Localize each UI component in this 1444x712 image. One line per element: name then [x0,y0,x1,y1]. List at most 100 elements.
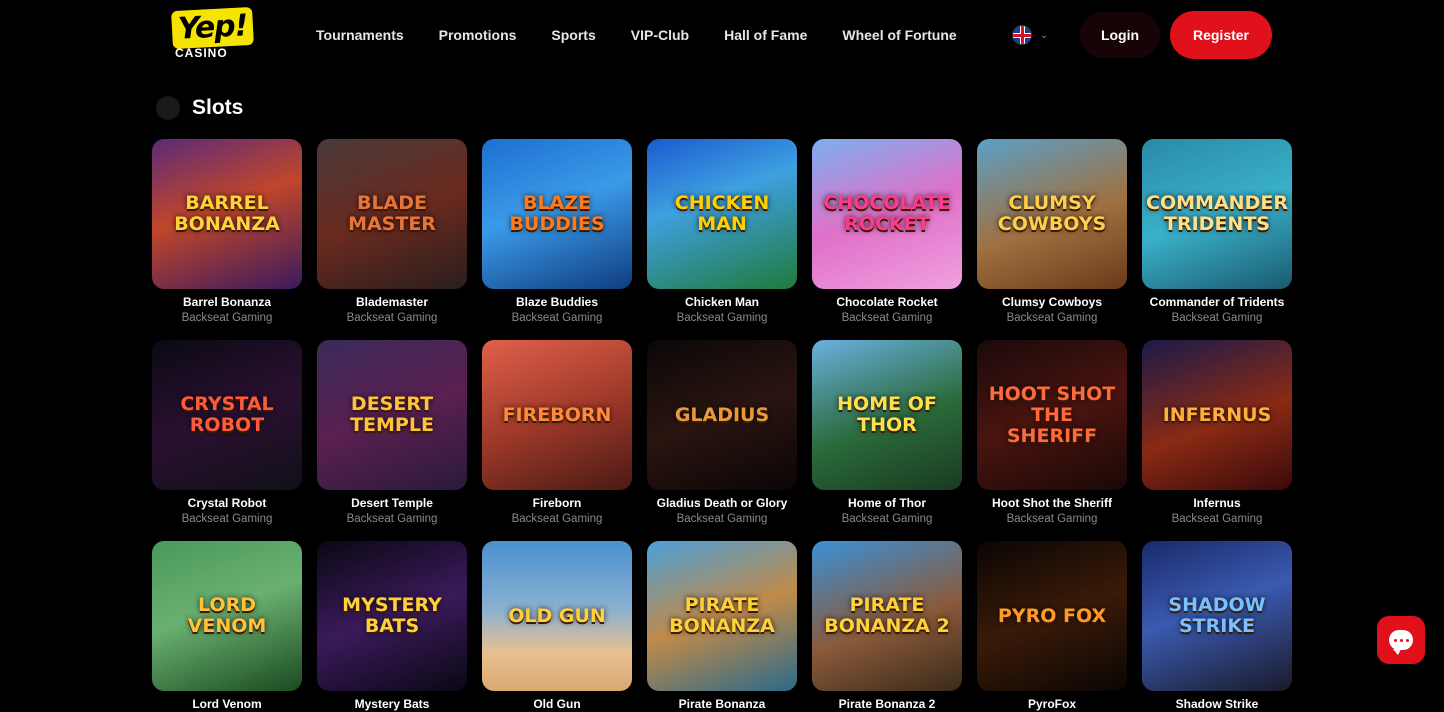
logo-wordmark: Yep! [171,6,255,50]
game-thumbnail[interactable]: PIRATE BONANZA [647,541,797,691]
game-provider: Backseat Gaming [676,513,768,525]
game-logo-art: CHOCOLATE ROCKET [823,192,951,235]
game-card[interactable]: PIRATE BONANZA 2Pirate Bonanza 2Backseat… [812,541,962,712]
game-thumbnail[interactable]: CHOCOLATE ROCKET [812,139,962,289]
game-card[interactable]: OLD GUNOld GunBackseat Gaming [482,541,632,712]
game-logo-art: CLUMSY COWBOYS [997,192,1107,235]
game-title: Pirate Bonanza 2 [838,697,936,711]
game-logo-art: SHADOW STRIKE [1168,594,1266,637]
game-thumbnail[interactable]: MYSTERY BATS [317,541,467,691]
game-title: Clumsy Cowboys [1001,295,1103,309]
game-thumbnail[interactable]: BLADE MASTER [317,139,467,289]
game-logo-art: HOME OF THOR [837,393,937,436]
game-thumbnail[interactable]: HOME OF THOR [812,340,962,490]
logo-subtitle: CASINO [175,46,228,60]
game-logo-art: COMMANDER TRIDENTS [1146,192,1288,235]
game-thumbnail[interactable]: CLUMSY COWBOYS [977,139,1127,289]
game-thumbnail[interactable]: BLAZE BUDDIES [482,139,632,289]
game-provider: Backseat Gaming [1171,513,1263,525]
game-logo-art: LORD VENOM [187,594,267,637]
game-thumbnail[interactable]: GLADIUS [647,340,797,490]
game-logo-art: CRYSTAL ROBOT [180,393,274,436]
game-card[interactable]: SHADOW STRIKEShadow StrikeBackseat Gamin… [1142,541,1292,712]
game-thumbnail[interactable]: COMMANDER TRIDENTS [1142,139,1292,289]
game-thumbnail[interactable]: BARREL BONANZA [152,139,302,289]
game-card[interactable]: CLUMSY COWBOYS Clumsy Cowboys Backseat Gam… [977,139,1127,339]
game-provider: Backseat Gaming [346,513,438,525]
game-card[interactable]: LORD VENOMLord VenomBackseat Gaming [152,541,302,712]
slots-icon [156,96,180,120]
game-logo-art: OLD GUN [508,604,606,627]
game-title: Fireborn [532,496,582,510]
game-logo-art: FIREBORN [502,403,612,426]
game-provider: Backseat Gaming [1006,513,1098,525]
game-thumbnail[interactable]: SHADOW STRIKE [1142,541,1292,691]
game-title: Pirate Bonanza [678,697,766,711]
site-header: Yep! CASINO Tournaments Promotions Sports V… [0,0,1444,70]
game-card[interactable]: BLAZE BUDDIES Blaze Buddies Backseat Gamin… [482,139,632,339]
game-title: Barrel Bonanza [182,295,272,309]
game-thumbnail[interactable]: HOOT SHOT THE SHERIFF [977,340,1127,490]
game-card[interactable]: FIREBORN Fireborn Backseat Gaming [482,340,632,540]
game-title: Home of Thor [848,496,926,510]
game-thumbnail[interactable]: DESERT TEMPLE [317,340,467,490]
nav-link-tournaments[interactable]: Tournaments [316,26,404,44]
game-title: Blaze Buddies [515,295,599,309]
game-logo-art: DESERT TEMPLE [350,393,434,436]
game-logo-art: BLADE MASTER [348,192,436,235]
game-card[interactable]: CHICKEN MAN Chicken Man Backseat Gaming [647,139,797,339]
game-card[interactable]: MYSTERY BATSMystery BatsBackseat Gaming [317,541,467,712]
game-title: Mystery Bats [354,697,430,711]
game-thumbnail[interactable]: FIREBORN [482,340,632,490]
game-logo-art: GLADIUS [674,403,770,426]
language-selector[interactable]: ⌄ [1012,24,1054,46]
game-title: Gladius Death or Glory [656,496,788,510]
register-button[interactable]: Register [1170,11,1272,59]
game-thumbnail[interactable]: PIRATE BONANZA 2 [812,541,962,691]
game-card[interactable]: CRYSTAL ROBOT Crystal Robot Backseat Gamin… [152,340,302,540]
nav-link-vip-club[interactable]: VIP-Club [631,26,689,44]
nav-link-hall-of-fame[interactable]: Hall of Fame [724,26,807,44]
game-thumbnail[interactable]: LORD VENOM [152,541,302,691]
game-thumbnail[interactable]: OLD GUN [482,541,632,691]
game-thumbnail[interactable]: PYRO FOX [977,541,1127,691]
game-title: Blademaster [355,295,429,309]
game-logo-art: CHICKEN MAN [674,192,770,235]
game-logo-art: PYRO FOX [997,604,1107,627]
game-card[interactable]: HOME OF THOR Home of Thor Backseat Gaming [812,340,962,540]
game-provider: Backseat Gaming [181,513,273,525]
game-title: Desert Temple [351,496,433,510]
nav-link-promotions[interactable]: Promotions [439,26,517,44]
game-thumbnail[interactable]: INFERNUS [1142,340,1292,490]
game-card[interactable]: INFERNUS Infernus Backseat Gaming [1142,340,1292,540]
game-card[interactable]: BLADE MASTER Blademaster Backseat Gaming [317,139,467,339]
game-title: Lord Venom [192,697,262,711]
game-provider: Backseat Gaming [841,312,933,324]
game-title: Shadow Strike [1175,697,1259,711]
game-provider: Backseat Gaming [841,513,933,525]
yep-casino-logo[interactable]: Yep! CASINO [170,6,270,63]
game-title: Hoot Shot the Sheriff [992,496,1112,510]
game-card[interactable]: DESERT TEMPLE Desert Temple Backseat Gamin… [317,340,467,540]
game-thumbnail[interactable]: CRYSTAL ROBOT [152,340,302,490]
game-card[interactable]: GLADIUS Gladius Death or Glory Backseat Ga… [647,340,797,540]
game-card[interactable]: HOOT SHOT THE SHERIFF Hoot Shot the Sheri… [977,340,1127,540]
game-card[interactable]: PIRATE BONANZAPirate BonanzaBackseat Gam… [647,541,797,712]
game-title: PyroFox [1027,697,1076,711]
game-card[interactable]: BARREL BONANZA Barrel Bonanza Backseat Gam… [152,139,302,339]
game-title: Infernus [1193,496,1241,510]
nav-link-sports[interactable]: Sports [551,26,595,44]
game-logo-art: PIRATE BONANZA 2 [824,594,950,637]
game-card[interactable]: COMMANDER TRIDENTS Commander of Tridents B… [1142,139,1292,339]
nav-link-wheel-of-fortune[interactable]: Wheel of Fortune [842,26,956,44]
login-button[interactable]: Login [1080,12,1160,58]
game-thumbnail[interactable]: CHICKEN MAN [647,139,797,289]
game-card[interactable]: CHOCOLATE ROCKET Chocolate Rocket Backseat… [812,139,962,339]
game-card[interactable]: PYRO FOXPyroFoxBackseat Gaming [977,541,1127,712]
section-title: Slots [192,96,244,119]
game-logo-art: BARREL BONANZA [174,192,280,235]
chat-button[interactable] [1377,616,1425,664]
game-provider: Backseat Gaming [346,312,438,324]
game-logo-art: MYSTERY BATS [342,594,442,637]
game-title: Chocolate Rocket [836,295,938,309]
